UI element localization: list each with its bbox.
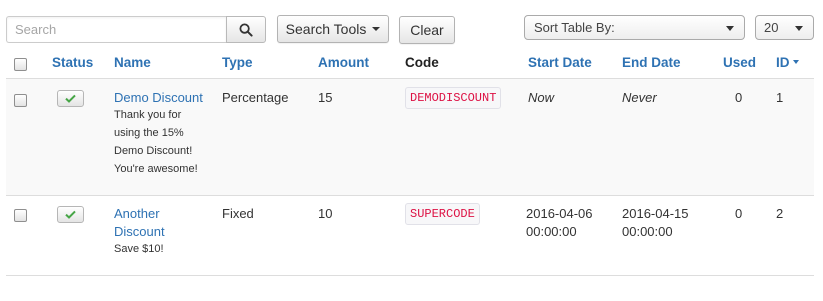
row-checkbox[interactable] — [14, 209, 27, 222]
clear-button[interactable]: Clear — [399, 16, 455, 44]
discount-description: Thank you for — [114, 109, 182, 121]
column-header-id-label: ID — [776, 55, 790, 70]
caret-down-icon — [792, 60, 799, 65]
discount-start-date: Now — [528, 90, 555, 105]
list-limit-select[interactable]: 20 — [755, 15, 814, 40]
sort-table-select[interactable]: Sort Table By: — [524, 15, 745, 40]
discount-type: Fixed — [222, 206, 254, 221]
check-icon — [65, 210, 76, 219]
search-tools-button[interactable]: Search Tools — [277, 15, 389, 43]
discount-id: 1 — [776, 90, 784, 105]
discount-amount: 15 — [318, 90, 333, 105]
search-button[interactable] — [226, 16, 266, 43]
discount-used: 0 — [735, 206, 743, 221]
row-divider — [6, 195, 814, 196]
chevron-down-icon — [372, 27, 381, 31]
column-header-end-date[interactable]: End Date — [622, 55, 681, 70]
discount-name-link[interactable]: Discount — [114, 223, 165, 241]
discount-end-time: 00:00:00 — [622, 224, 673, 239]
discount-description: using the 15% — [114, 127, 184, 139]
clear-label: Clear — [410, 22, 444, 38]
chevron-down-icon — [726, 26, 734, 31]
column-header-used[interactable]: Used — [723, 55, 756, 70]
discount-name-link[interactable]: Another — [114, 205, 160, 223]
check-icon — [65, 94, 76, 103]
row-checkbox[interactable] — [14, 94, 27, 107]
column-header-amount[interactable]: Amount — [318, 55, 369, 70]
discount-code: DEMODISCOUNT — [405, 87, 502, 109]
discount-amount: 10 — [318, 206, 333, 221]
column-header-status[interactable]: Status — [52, 55, 93, 70]
search-input[interactable] — [6, 16, 226, 43]
discount-start-time: 00:00:00 — [526, 224, 577, 239]
discount-used: 0 — [735, 90, 743, 105]
column-header-id[interactable]: ID — [776, 55, 799, 70]
row-divider — [6, 275, 814, 276]
discount-code: SUPERCODE — [405, 203, 480, 225]
discount-end-date: Never — [622, 90, 657, 105]
discount-end-date: 2016-04-15 — [622, 206, 689, 221]
discount-start-date: 2016-04-06 — [526, 206, 593, 221]
sort-table-value: Sort Table By: — [534, 20, 615, 35]
column-header-name[interactable]: Name — [114, 55, 151, 70]
discount-description: Save $10! — [114, 243, 164, 255]
column-header-start-date[interactable]: Start Date — [528, 55, 592, 70]
status-toggle-button[interactable] — [57, 206, 84, 223]
discount-name-link[interactable]: Demo Discount — [114, 89, 203, 107]
status-toggle-button[interactable] — [57, 90, 84, 107]
column-header-code: Code — [405, 55, 439, 70]
discount-description: You're awesome! — [114, 163, 198, 175]
column-header-type[interactable]: Type — [222, 55, 253, 70]
discount-id: 2 — [776, 206, 784, 221]
discount-description: Demo Discount! — [114, 145, 193, 157]
search-icon — [239, 23, 253, 37]
discount-type: Percentage — [222, 90, 289, 105]
list-limit-value: 20 — [764, 20, 779, 35]
chevron-down-icon — [795, 26, 803, 31]
search-tools-label: Search Tools — [285, 21, 367, 37]
select-all-checkbox[interactable] — [14, 58, 27, 71]
